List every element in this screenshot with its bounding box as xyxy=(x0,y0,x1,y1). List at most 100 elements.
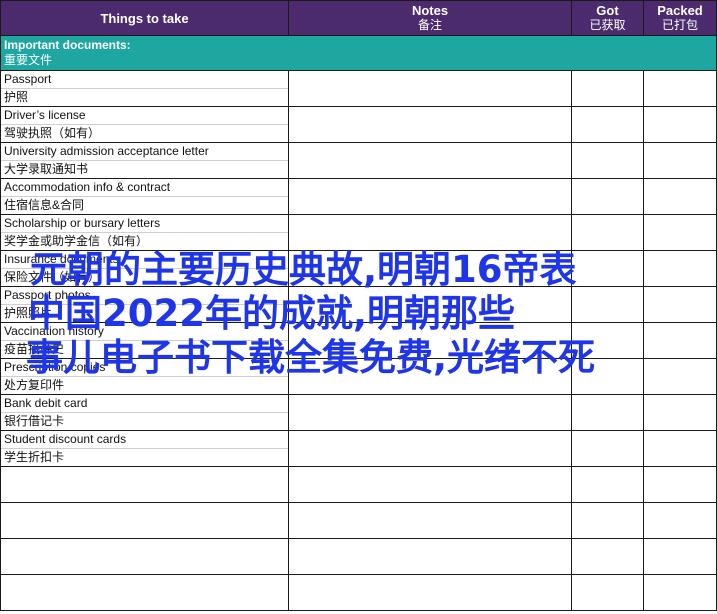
item-name-cell[interactable]: Bank debit card 银行借记卡 xyxy=(0,394,289,431)
item-name-cell[interactable]: Insurance documents 保险文件（如有） xyxy=(0,250,289,287)
item-name-cell[interactable]: Driver’s license 驾驶执照（如有） xyxy=(0,106,289,143)
item-name-en: University admission acceptance letter xyxy=(1,144,288,161)
item-name-zh: 驾驶执照（如有） xyxy=(4,126,101,140)
header-packed-en: Packed xyxy=(657,3,703,18)
notes-cell[interactable] xyxy=(288,214,572,251)
item-name-en: Scholarship or bursary letters xyxy=(1,216,288,233)
got-cell[interactable] xyxy=(571,322,644,359)
item-name-en: Passport photos xyxy=(1,288,288,305)
packed-cell[interactable] xyxy=(643,358,717,395)
empty-cell[interactable] xyxy=(571,466,644,503)
item-name-cell[interactable]: Student discount cards 学生折扣卡 xyxy=(0,430,289,467)
packed-cell[interactable] xyxy=(643,250,717,287)
empty-cell[interactable] xyxy=(643,574,717,611)
packing-checklist-table: Things to take Notes 备注 Got 已获取 Packed 已… xyxy=(0,0,717,611)
empty-cell[interactable] xyxy=(0,502,289,539)
header-row: Things to take Notes 备注 Got 已获取 Packed 已… xyxy=(0,0,717,36)
notes-cell[interactable] xyxy=(288,106,572,143)
empty-cell[interactable] xyxy=(0,574,289,611)
empty-cell[interactable] xyxy=(643,538,717,575)
packed-cell[interactable] xyxy=(643,286,717,323)
item-name-zh: 奖学金或助学金信（如有） xyxy=(4,234,149,248)
section-title-en: Important documents: xyxy=(4,38,131,52)
empty-cell[interactable] xyxy=(643,466,717,503)
packed-cell[interactable] xyxy=(643,322,717,359)
item-name-cell[interactable]: Passport 护照 xyxy=(0,70,289,107)
empty-row xyxy=(0,502,717,539)
packed-cell[interactable] xyxy=(643,142,717,179)
empty-cell[interactable] xyxy=(288,574,572,611)
item-name-cell[interactable]: Passport photos 护照照片 xyxy=(0,286,289,323)
got-cell[interactable] xyxy=(571,106,644,143)
item-name-zh: 住宿信息&合同 xyxy=(4,198,85,212)
item-name-en: Passport xyxy=(1,72,288,89)
item-name-cell[interactable]: Accommodation info & contract 住宿信息&合同 xyxy=(0,178,289,215)
item-name-en: Accommodation info & contract xyxy=(1,180,288,197)
got-cell[interactable] xyxy=(571,178,644,215)
item-name-zh: 保险文件（如有） xyxy=(4,270,101,284)
table-row: University admission acceptance letter 大… xyxy=(0,142,717,179)
empty-cell[interactable] xyxy=(571,538,644,575)
item-name-cell[interactable]: Prescription copies 处方复印件 xyxy=(0,358,289,395)
empty-cell[interactable] xyxy=(288,466,572,503)
notes-cell[interactable] xyxy=(288,250,572,287)
table-row: Driver’s license 驾驶执照（如有） xyxy=(0,106,717,143)
notes-cell[interactable] xyxy=(288,178,572,215)
item-name-en: Student discount cards xyxy=(1,432,288,449)
empty-cell[interactable] xyxy=(643,502,717,539)
packed-cell[interactable] xyxy=(643,394,717,431)
table-row: Bank debit card 银行借记卡 xyxy=(0,394,717,431)
table-row: Vaccination history 疫苗接种史 xyxy=(0,322,717,359)
item-name-cell[interactable]: Vaccination history 疫苗接种史 xyxy=(0,322,289,359)
got-cell[interactable] xyxy=(571,358,644,395)
packed-cell[interactable] xyxy=(643,214,717,251)
packed-cell[interactable] xyxy=(643,430,717,467)
got-cell[interactable] xyxy=(571,214,644,251)
packed-cell[interactable] xyxy=(643,106,717,143)
table-row: Passport 护照 xyxy=(0,70,717,107)
empty-row xyxy=(0,466,717,503)
item-name-zh: 护照照片 xyxy=(4,306,53,320)
item-name-zh: 护照 xyxy=(4,90,29,104)
section-title: Important documents: 重要文件 xyxy=(0,35,717,71)
packed-cell[interactable] xyxy=(643,70,717,107)
item-name-zh: 学生折扣卡 xyxy=(4,450,65,464)
header-notes-zh: 备注 xyxy=(417,18,442,32)
empty-cell[interactable] xyxy=(288,538,572,575)
empty-row xyxy=(0,538,717,575)
table-row: Student discount cards 学生折扣卡 xyxy=(0,430,717,467)
notes-cell[interactable] xyxy=(288,322,572,359)
notes-cell[interactable] xyxy=(288,430,572,467)
got-cell[interactable] xyxy=(571,394,644,431)
notes-cell[interactable] xyxy=(288,70,572,107)
notes-cell[interactable] xyxy=(288,358,572,395)
notes-cell[interactable] xyxy=(288,394,572,431)
item-name-zh: 疫苗接种史 xyxy=(4,342,65,356)
item-name-cell[interactable]: University admission acceptance letter 大… xyxy=(0,142,289,179)
got-cell[interactable] xyxy=(571,250,644,287)
got-cell[interactable] xyxy=(571,70,644,107)
empty-cell[interactable] xyxy=(0,466,289,503)
header-notes-en: Notes xyxy=(411,3,449,18)
header-notes: Notes 备注 xyxy=(288,0,572,36)
table-row: Accommodation info & contract 住宿信息&合同 xyxy=(0,178,717,215)
item-name-en: Driver’s license xyxy=(1,108,288,125)
empty-cell[interactable] xyxy=(288,502,572,539)
item-name-zh: 银行借记卡 xyxy=(4,414,65,428)
header-packed-zh: 已打包 xyxy=(661,18,698,32)
header-got-zh: 已获取 xyxy=(589,18,626,32)
header-got-en: Got xyxy=(596,3,619,18)
item-name-zh: 处方复印件 xyxy=(4,378,65,392)
got-cell[interactable] xyxy=(571,286,644,323)
empty-cell[interactable] xyxy=(0,538,289,575)
notes-cell[interactable] xyxy=(288,286,572,323)
got-cell[interactable] xyxy=(571,430,644,467)
packed-cell[interactable] xyxy=(643,178,717,215)
header-packed: Packed 已打包 xyxy=(643,0,717,36)
got-cell[interactable] xyxy=(571,142,644,179)
empty-cell[interactable] xyxy=(571,574,644,611)
empty-cell[interactable] xyxy=(571,502,644,539)
notes-cell[interactable] xyxy=(288,142,572,179)
item-name-cell[interactable]: Scholarship or bursary letters 奖学金或助学金信（… xyxy=(0,214,289,251)
item-name-en: Bank debit card xyxy=(1,396,288,413)
